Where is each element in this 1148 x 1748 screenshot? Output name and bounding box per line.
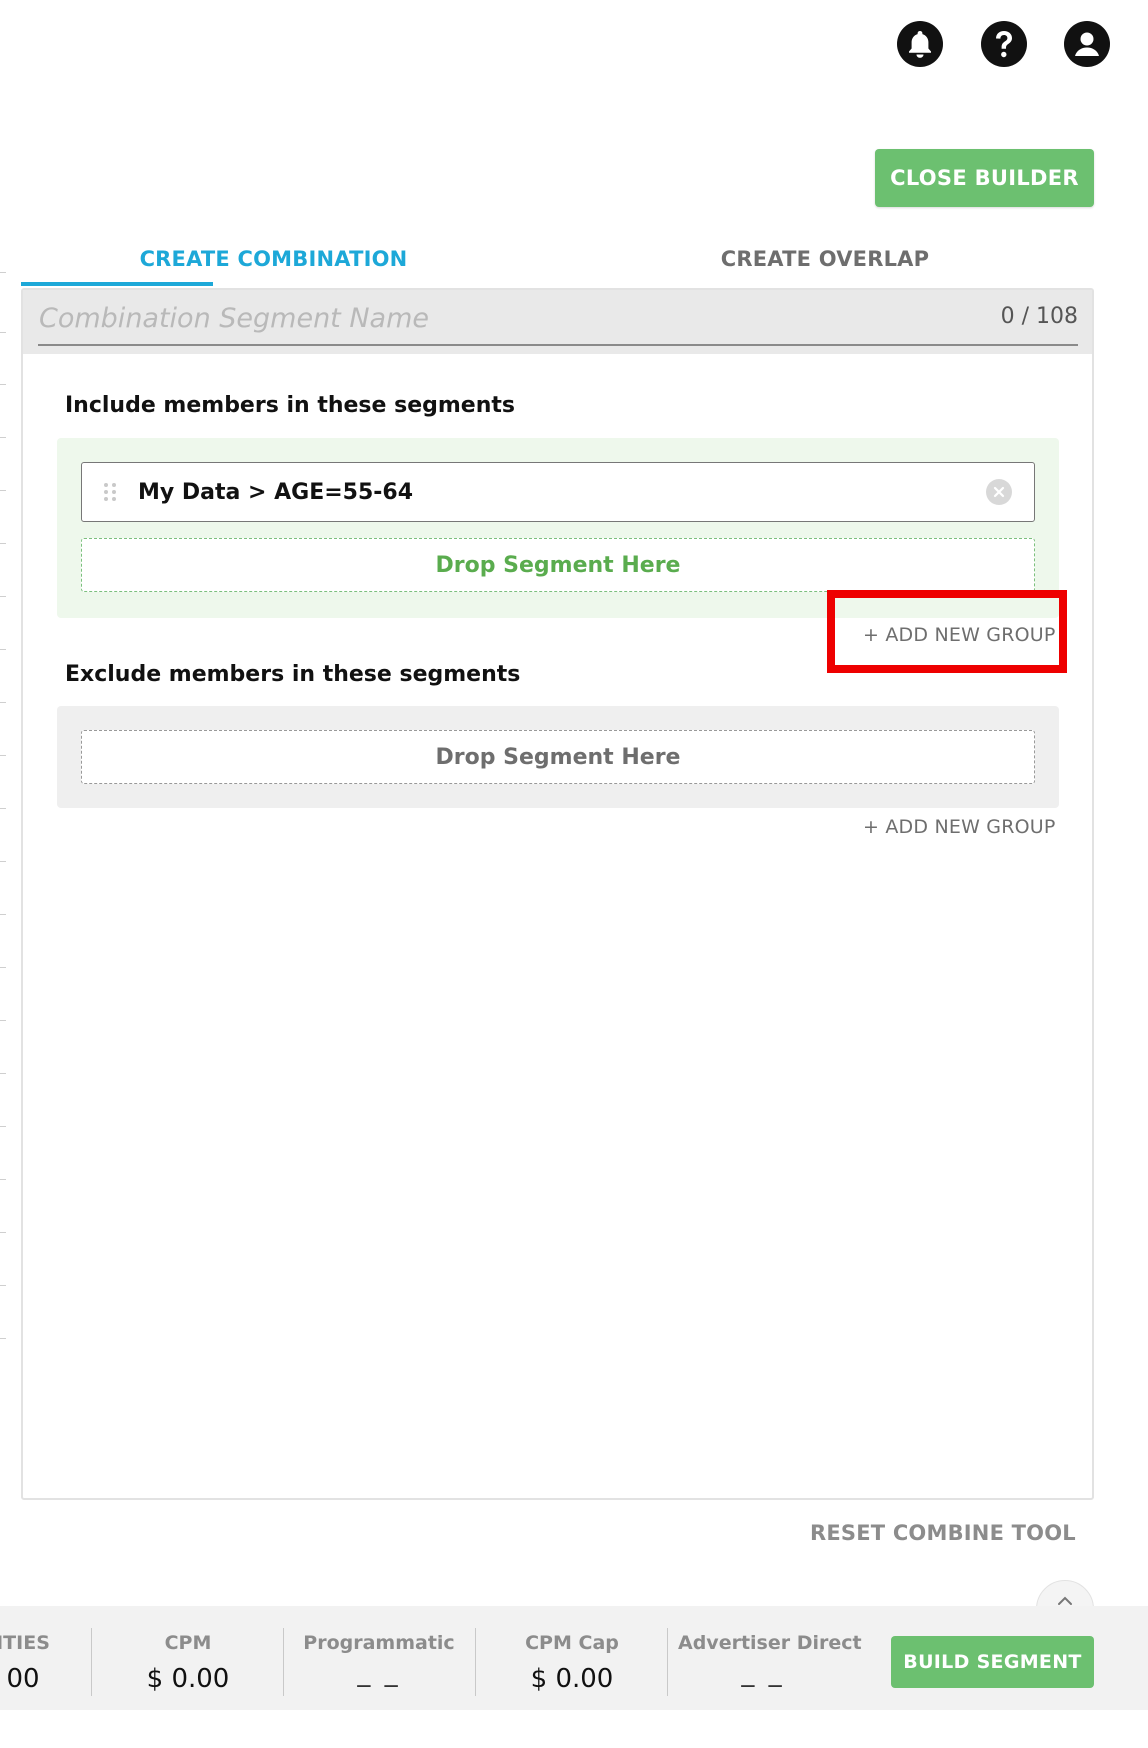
highlight-annotation [827, 590, 1067, 673]
bell-icon[interactable] [897, 21, 943, 67]
divider [475, 1628, 476, 1696]
segment-chip-label: My Data > AGE=55-64 [138, 479, 414, 505]
stat-label: Programmatic [303, 1632, 455, 1654]
account-icon[interactable] [1064, 21, 1110, 67]
segment-chip[interactable]: My Data > AGE=55-64 [81, 462, 1035, 522]
stat-label: Advertiser Direct [678, 1632, 862, 1654]
help-icon[interactable] [981, 21, 1027, 67]
combination-builder-panel: 0 / 108 Include members in these segment… [21, 288, 1094, 1500]
tab-create-combination[interactable]: CREATE COMBINATION [21, 234, 526, 284]
stat-value: $ 0.00 [146, 1664, 230, 1694]
exclude-section-title: Exclude members in these segments [65, 662, 521, 687]
exclude-group: Drop Segment Here [57, 706, 1059, 808]
stat-label: CPM Cap [525, 1632, 619, 1654]
tab-create-overlap[interactable]: CREATE OVERLAP [575, 234, 1075, 284]
stat-value: _ _ [357, 1658, 401, 1688]
include-section-title: Include members in these segments [65, 393, 515, 418]
stat-value: $ 0.00 [530, 1664, 614, 1694]
drag-handle-icon[interactable] [104, 483, 118, 501]
segment-stats-footer: ITIES 00 CPM $ 0.00 Programmatic _ _ CPM… [0, 1606, 1148, 1710]
stat-advertiser-direct: Advertiser Direct _ _ [678, 1632, 862, 1688]
divider [283, 1628, 284, 1696]
divider [91, 1628, 92, 1696]
stat-cpm: CPM $ 0.00 [103, 1632, 273, 1694]
exclude-drop-zone[interactable]: Drop Segment Here [81, 730, 1035, 784]
segment-name-bar: 0 / 108 [23, 290, 1092, 354]
stat-value: _ _ [741, 1658, 785, 1688]
input-underline [38, 344, 1078, 346]
stat-cpm-cap: CPM Cap $ 0.00 [487, 1632, 657, 1694]
exclude-add-new-group-button[interactable]: + ADD NEW GROUP [863, 816, 1056, 838]
build-segment-button[interactable]: BUILD SEGMENT [891, 1636, 1094, 1688]
include-drop-zone[interactable]: Drop Segment Here [81, 538, 1035, 592]
close-builder-button[interactable]: CLOSE BUILDER [875, 149, 1094, 207]
name-character-counter: 0 / 108 [1000, 304, 1078, 329]
stat-label: CPM [164, 1632, 212, 1654]
reset-combine-tool-button[interactable]: RESET COMBINE TOOL [810, 1517, 1076, 1549]
stat-programmatic: Programmatic _ _ [294, 1632, 464, 1688]
active-tab-indicator [21, 282, 213, 286]
remove-segment-icon[interactable] [986, 479, 1012, 505]
segment-name-input[interactable] [39, 300, 1079, 336]
divider [667, 1628, 668, 1696]
